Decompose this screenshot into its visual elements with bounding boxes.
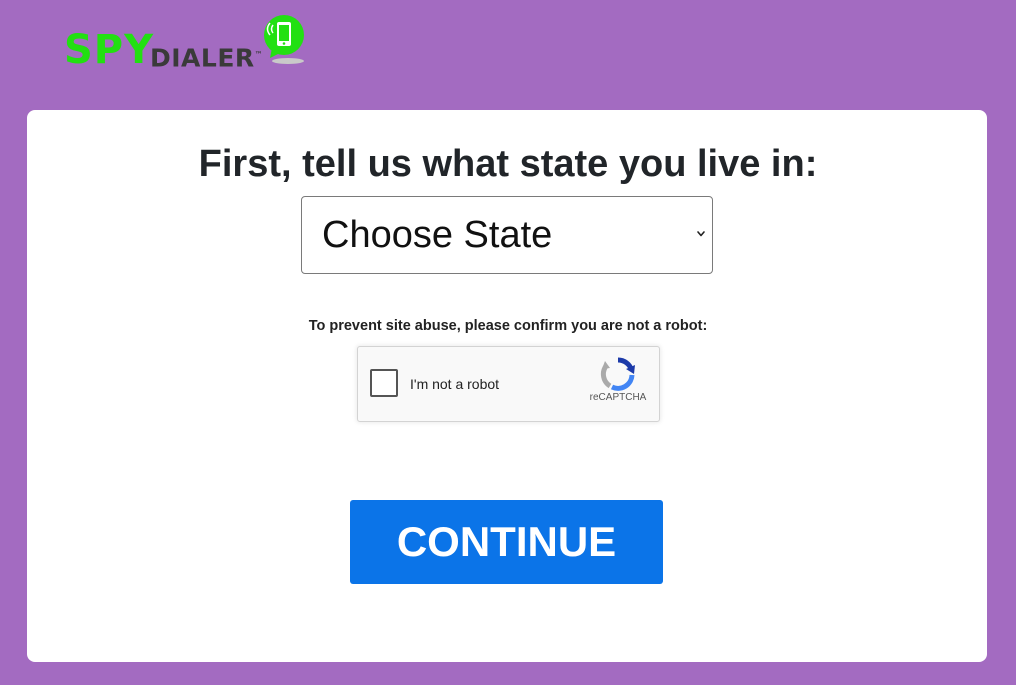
logo-dialer-text: DIALER™: [150, 42, 263, 71]
state-select-value: Choose State: [322, 214, 553, 256]
page-heading: First, tell us what state you live in:: [198, 143, 818, 185]
recaptcha-widget: I'm not a robot reCAPTCHA: [357, 346, 660, 422]
recaptcha-checkbox[interactable]: [370, 369, 398, 397]
logo-spy-text: SPY: [64, 27, 155, 73]
logo-dialer-word: DIALER: [150, 43, 255, 73]
chevron-down-icon: [697, 231, 705, 237]
phone-chat-bubble-icon: [264, 15, 304, 64]
robot-note: To prevent site abuse, please confirm yo…: [308, 318, 708, 334]
recaptcha-label: I'm not a robot: [410, 376, 500, 392]
recaptcha-icon: [600, 357, 635, 391]
recaptcha-brand: reCAPTCHA: [589, 392, 647, 403]
continue-button[interactable]: CONTINUE: [350, 500, 663, 584]
state-select[interactable]: Choose State: [301, 196, 713, 274]
spy-dialer-logo[interactable]: SPY DIALER™: [64, 14, 314, 74]
